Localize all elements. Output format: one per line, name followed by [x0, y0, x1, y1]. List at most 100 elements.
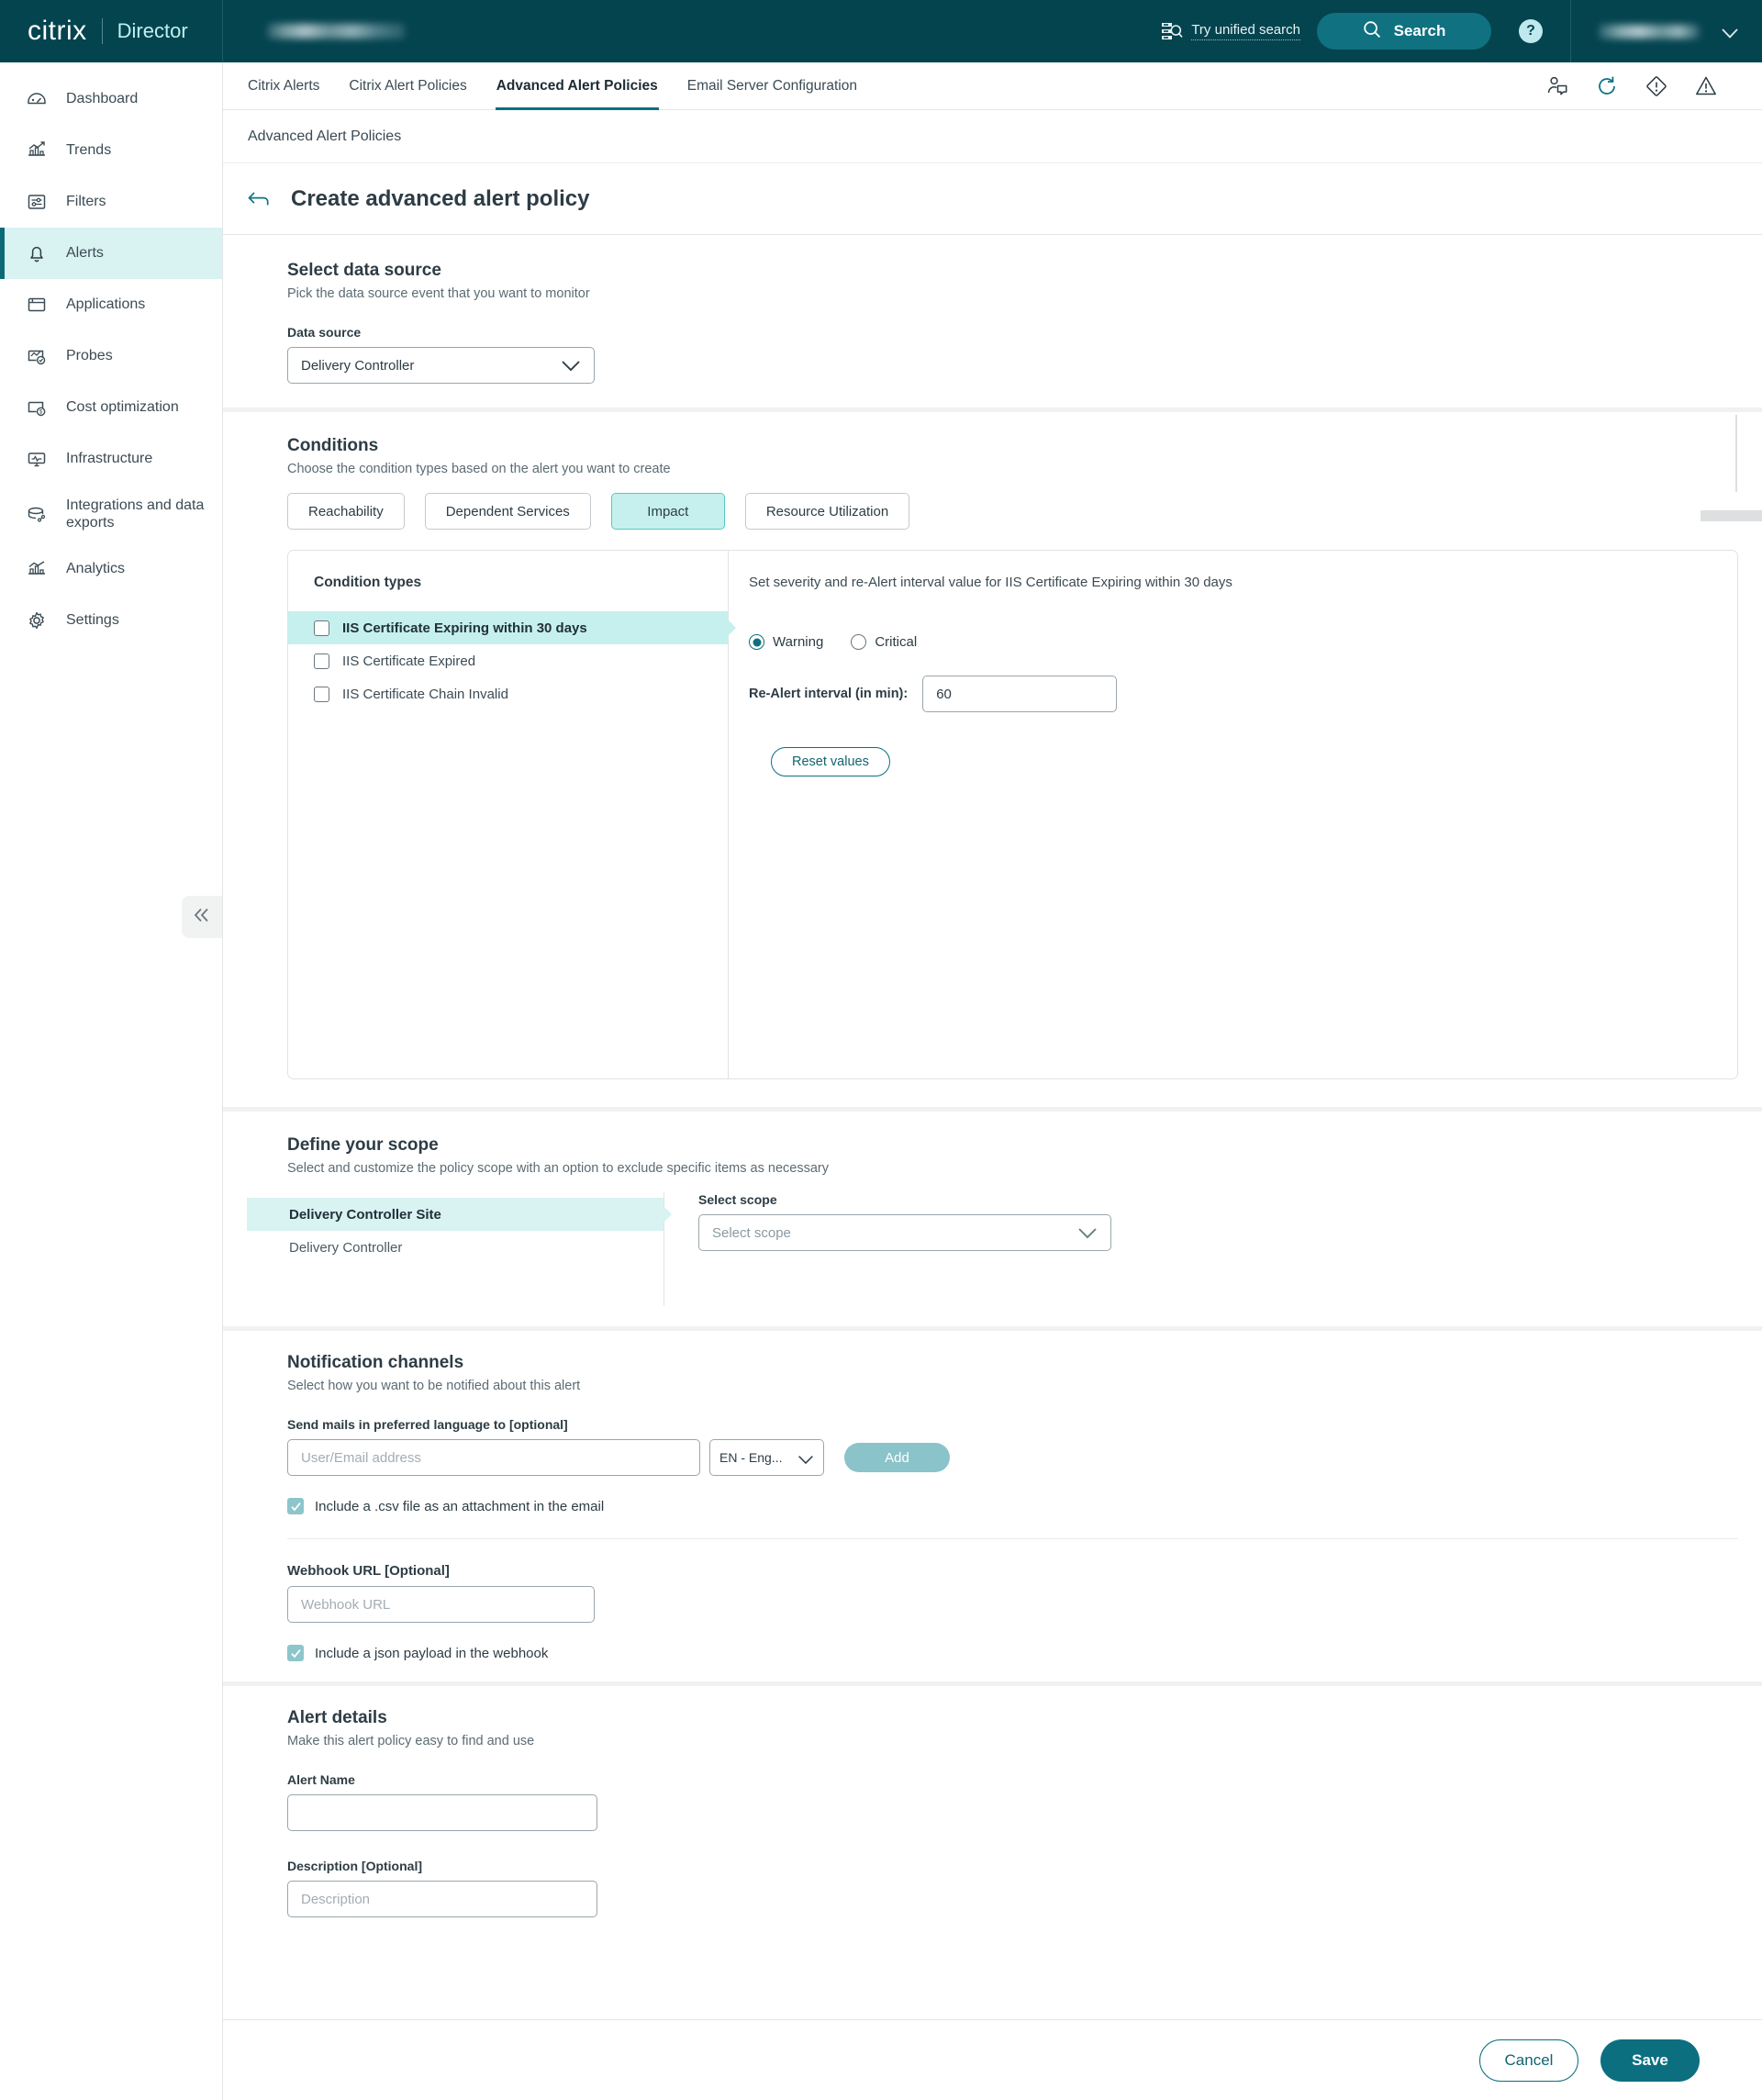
sidebar-item-probes[interactable]: Probes: [0, 330, 222, 382]
sidebar-item-label: Alerts: [66, 245, 104, 262]
severity-option-warning[interactable]: Warning: [749, 634, 823, 650]
sidebar-item-cost-optimization[interactable]: $ Cost optimization: [0, 382, 222, 433]
save-button[interactable]: Save: [1600, 2039, 1700, 2082]
conditions-title: Conditions: [287, 436, 379, 455]
refresh-icon[interactable]: [1595, 74, 1619, 98]
json-payload-row[interactable]: Include a json payload in the webhook: [287, 1645, 1738, 1661]
sidebar-item-label: Infrastructure: [66, 451, 153, 467]
description-input[interactable]: [287, 1881, 597, 1917]
database-link-icon: [26, 503, 48, 525]
data-source-field-label: Data source: [287, 325, 362, 340]
tab-advanced-alert-policies[interactable]: Advanced Alert Policies: [495, 62, 659, 110]
form-scroll-area[interactable]: Select data source Pick the data source …: [223, 235, 1762, 2019]
sidebar-item-applications[interactable]: Applications: [0, 279, 222, 330]
sidebar-item-label: Probes: [66, 348, 113, 364]
product-name: Director: [117, 19, 188, 42]
notification-channels-section: Notification channels Select how you wan…: [223, 415, 1762, 1661]
sidebar-item-dashboard[interactable]: Dashboard: [0, 73, 222, 125]
sidebar-item-filters[interactable]: Filters: [0, 176, 222, 228]
tenant-name-redacted: [267, 24, 405, 39]
sidebar-item-label: Dashboard: [66, 91, 139, 107]
condition-detail-heading: Set severity and re-Alert interval value…: [749, 575, 1232, 590]
sidebar-item-trends[interactable]: Trends: [0, 125, 222, 176]
help-circle-icon[interactable]: ?: [1519, 19, 1543, 43]
condition-detail-panel: Set severity and re-Alert interval value…: [729, 551, 1737, 1078]
conditions-subtitle: Choose the condition types based on the …: [287, 462, 671, 476]
add-email-button[interactable]: Add: [844, 1443, 950, 1472]
reset-values-button[interactable]: Reset values: [771, 747, 890, 776]
main-content: Citrix Alerts Citrix Alert Policies Adva…: [223, 62, 1762, 2100]
window-icon: [26, 294, 48, 316]
user-feedback-icon[interactable]: [1545, 74, 1569, 98]
data-source-subtitle: Pick the data source event that you want…: [287, 286, 590, 301]
notifications-subtitle: Select how you want to be notified about…: [287, 1379, 581, 1393]
csv-attachment-row[interactable]: Include a .csv file as an attachment in …: [287, 1498, 1738, 1514]
probe-check-icon: [26, 345, 48, 367]
search-button[interactable]: Search: [1317, 13, 1491, 50]
scope-detail-panel: Select scope Select scope: [664, 1192, 1111, 1306]
chevron-down-icon: [797, 1453, 814, 1464]
sidebar-item-label: Filters: [66, 194, 106, 210]
warning-triangle-icon[interactable]: [1694, 74, 1718, 98]
data-source-select[interactable]: Delivery Controller: [287, 347, 595, 384]
user-menu[interactable]: [1571, 24, 1762, 39]
conditions-section: Conditions Choose the condition types ba…: [223, 412, 1762, 1107]
app-root: citrix Director Try unified search Searc…: [0, 0, 1762, 2100]
radio-button[interactable]: [851, 634, 867, 650]
top-bar: citrix Director Try unified search Searc…: [0, 0, 1762, 62]
csv-attachment-label: Include a .csv file as an attachment in …: [315, 1498, 605, 1514]
conditions-panel: Condition types IIS Certificate Expiring…: [287, 550, 1738, 1079]
select-scope-dropdown[interactable]: Select scope: [698, 1214, 1111, 1251]
analytics-bar-icon: [26, 558, 48, 580]
chip-reachability[interactable]: Reachability: [287, 493, 405, 530]
scope-title: Define your scope: [287, 1135, 439, 1155]
sidebar-item-label: Cost optimization: [66, 399, 179, 416]
json-payload-checkbox[interactable]: [287, 1645, 304, 1661]
sidebar-item-integrations-and-data-exports[interactable]: Integrations and data exports: [0, 485, 222, 543]
radio-button[interactable]: [749, 634, 764, 650]
create-policy-header: Create advanced alert policy: [223, 163, 1762, 235]
try-unified-search-link[interactable]: Try unified search: [1161, 21, 1300, 41]
checkbox[interactable]: [314, 686, 329, 702]
alert-diamond-icon[interactable]: [1645, 74, 1668, 98]
alert-name-input[interactable]: [287, 1794, 597, 1831]
chip-resource-utilization[interactable]: Resource Utilization: [744, 493, 910, 530]
help-label: ?: [1526, 23, 1535, 39]
chip-impact[interactable]: Impact: [610, 493, 725, 530]
scope-item-delivery-controller-site[interactable]: Delivery Controller Site: [247, 1198, 664, 1231]
sidebar-item-settings[interactable]: Settings: [0, 595, 222, 646]
inner-scrollbar[interactable]: [1735, 415, 1737, 492]
severity-option-critical[interactable]: Critical: [851, 634, 917, 650]
condition-type-item[interactable]: IIS Certificate Expiring within 30 days: [288, 611, 728, 644]
back-arrow-icon[interactable]: [247, 189, 271, 209]
page-title: Create advanced alert policy: [291, 185, 590, 211]
condition-type-item[interactable]: IIS Certificate Chain Invalid: [288, 677, 728, 710]
sidebar-item-infrastructure[interactable]: Infrastructure: [0, 433, 222, 485]
sidebar-item-label: Applications: [66, 296, 146, 313]
tab-citrix-alert-policies[interactable]: Citrix Alert Policies: [348, 62, 467, 110]
re-alert-interval-input[interactable]: [922, 676, 1118, 712]
checkbox[interactable]: [314, 653, 329, 669]
csv-attachment-checkbox[interactable]: [287, 1498, 304, 1514]
cost-dollar-icon: $: [26, 397, 48, 419]
webhook-url-input[interactable]: [287, 1586, 595, 1623]
alert-details-title: Alert details: [287, 1708, 387, 1727]
condition-types-list: Condition types IIS Certificate Expiring…: [288, 551, 729, 1078]
sidebar-collapse-button[interactable]: [182, 896, 222, 938]
filter-sliders-icon: [26, 191, 48, 213]
tab-citrix-alerts[interactable]: Citrix Alerts: [247, 62, 320, 110]
bell-icon: [26, 242, 48, 264]
language-select[interactable]: EN - Eng...: [709, 1439, 824, 1476]
tab-bar: Citrix Alerts Citrix Alert Policies Adva…: [223, 62, 1762, 110]
sidebar-item-analytics[interactable]: Analytics: [0, 543, 222, 595]
chip-dependent-services[interactable]: Dependent Services: [424, 493, 591, 530]
trend-chart-icon: [26, 140, 48, 162]
cancel-button[interactable]: Cancel: [1479, 2039, 1578, 2082]
double-chevron-left-icon: [192, 907, 212, 928]
checkbox[interactable]: [314, 620, 329, 636]
email-input[interactable]: [287, 1439, 700, 1476]
sidebar-item-alerts[interactable]: Alerts: [0, 228, 222, 279]
scope-item-delivery-controller[interactable]: Delivery Controller: [247, 1231, 664, 1264]
condition-type-item[interactable]: IIS Certificate Expired: [288, 644, 728, 677]
tab-email-server-configuration[interactable]: Email Server Configuration: [686, 62, 858, 110]
